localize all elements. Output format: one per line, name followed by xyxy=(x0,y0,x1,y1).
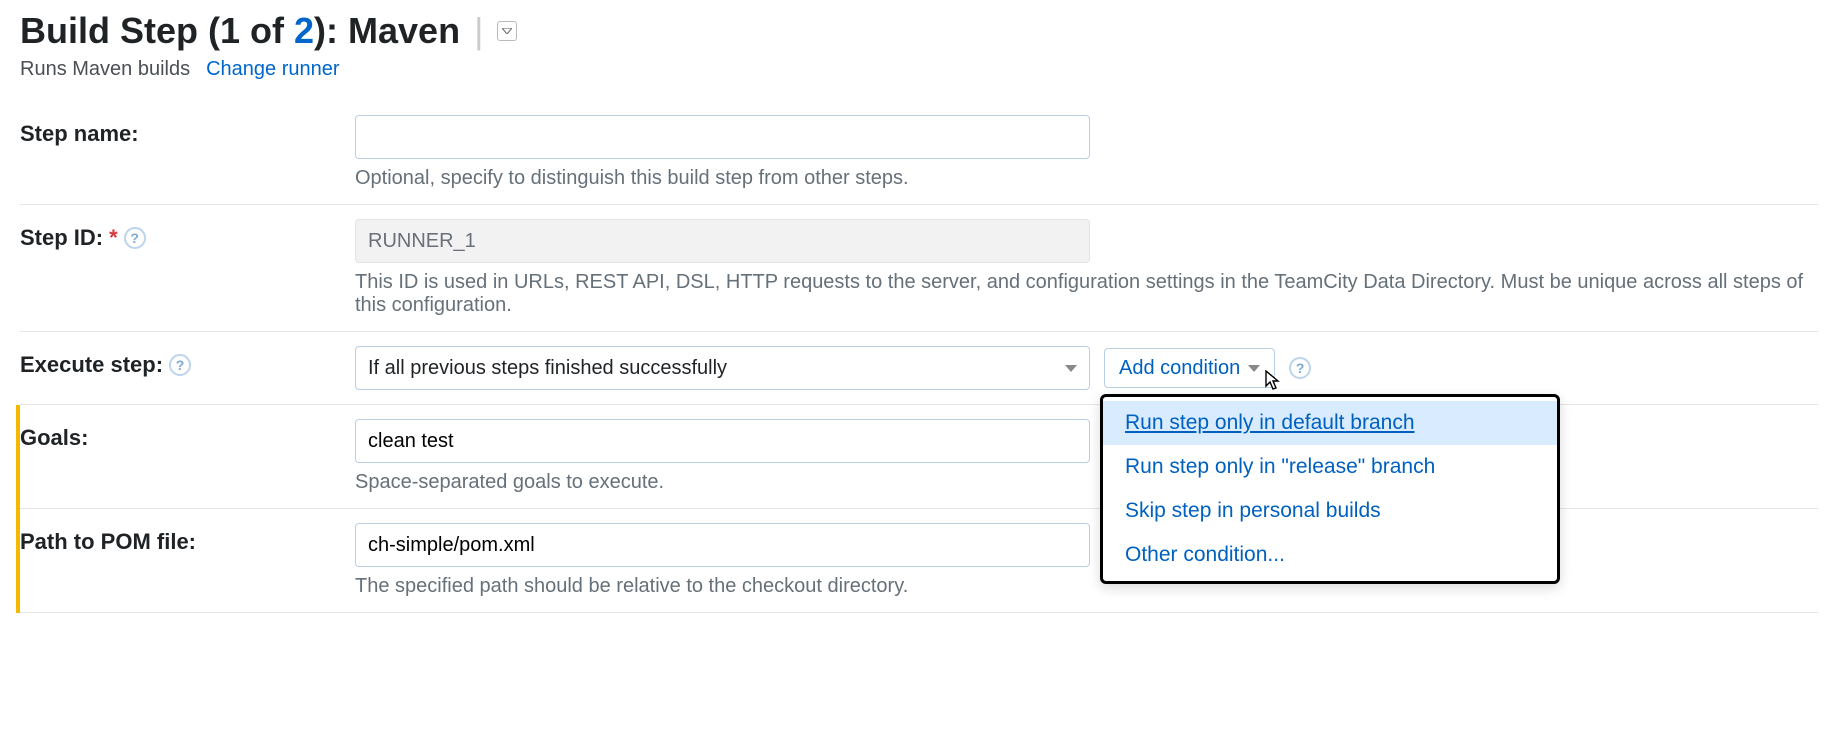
chevron-down-icon xyxy=(1248,365,1260,372)
step-name-input[interactable] xyxy=(355,115,1090,159)
help-icon[interactable]: ? xyxy=(1289,357,1311,379)
condition-option-release-branch[interactable]: Run step only in "release" branch xyxy=(1103,445,1557,489)
condition-option-default-branch[interactable]: Run step only in default branch xyxy=(1103,401,1557,445)
step-id-input[interactable] xyxy=(355,219,1090,263)
title-suffix: ): Maven xyxy=(314,10,460,51)
condition-dropdown: Run step only in default branch Run step… xyxy=(1100,394,1560,584)
execute-step-select[interactable]: If all previous steps finished successfu… xyxy=(355,346,1090,390)
execute-step-value: If all previous steps finished successfu… xyxy=(368,357,727,380)
title-step-total: 2 xyxy=(294,10,314,51)
condition-option-other[interactable]: Other condition... xyxy=(1103,533,1557,577)
step-name-label: Step name: xyxy=(20,115,355,147)
chevron-down-icon xyxy=(1065,365,1077,372)
goals-hint: Space-separated goals to execute. xyxy=(355,471,1818,494)
runner-description: Runs Maven builds xyxy=(20,58,190,81)
condition-option-skip-personal[interactable]: Skip step in personal builds xyxy=(1103,489,1557,533)
title-divider: | xyxy=(474,10,483,52)
pom-label: Path to POM file: xyxy=(20,523,355,555)
cursor-icon xyxy=(1262,370,1280,397)
title-dropdown-icon[interactable] xyxy=(497,21,517,41)
help-icon[interactable]: ? xyxy=(124,227,146,249)
help-icon[interactable]: ? xyxy=(169,354,191,376)
required-marker: * xyxy=(109,225,118,251)
change-runner-link[interactable]: Change runner xyxy=(206,58,339,81)
goals-input[interactable] xyxy=(355,419,1090,463)
step-name-hint: Optional, specify to distinguish this bu… xyxy=(355,167,1818,190)
add-condition-button[interactable]: Add condition xyxy=(1104,348,1275,388)
page-title: Build Step (1 of 2): Maven | xyxy=(20,10,1818,52)
pom-hint: The specified path should be relative to… xyxy=(355,575,1818,598)
title-prefix: Build Step (1 of xyxy=(20,10,294,51)
step-id-label: Step ID: xyxy=(20,225,103,251)
add-condition-label: Add condition xyxy=(1119,357,1240,380)
goals-label: Goals: xyxy=(20,419,355,451)
step-id-hint: This ID is used in URLs, REST API, DSL, … xyxy=(355,271,1818,317)
pom-input[interactable] xyxy=(355,523,1090,567)
execute-step-label: Execute step: xyxy=(20,352,163,378)
